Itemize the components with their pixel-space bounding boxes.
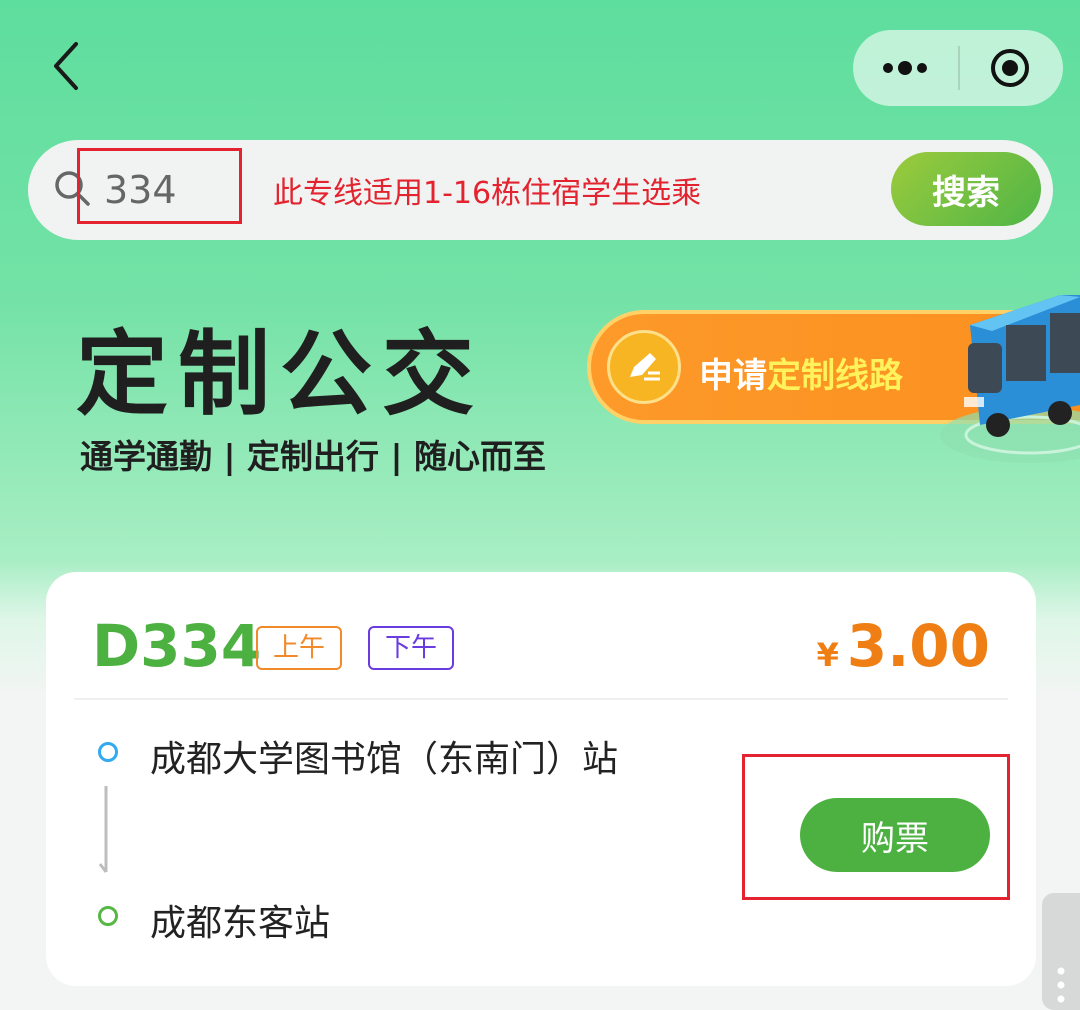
search-button[interactable]: 搜索 [891, 152, 1041, 226]
mini-program-capsule [853, 30, 1063, 106]
price-symbol: ¥ [816, 636, 839, 674]
price-amount: 3.00 [846, 612, 990, 680]
route-arrow-icon [98, 786, 108, 873]
card-divider [74, 698, 1008, 700]
capsule-divider [958, 46, 960, 90]
page-tagline: 通学通勤 | 定制出行 | 随心而至 [80, 437, 547, 476]
search-highlight-box [77, 148, 242, 224]
route-notice: 此专线适用1-16栋住宿学生选乘 [273, 176, 702, 211]
close-mini-program-button[interactable] [989, 47, 1031, 89]
end-stop-dot [98, 906, 118, 926]
drag-dots-icon [1057, 967, 1065, 1003]
route-card[interactable]: D334 上午 下午 ¥3.00 成都大学图书馆（东南门）站 成都东客站 购票 [46, 572, 1036, 986]
tag-morning: 上午 [256, 626, 342, 670]
page-title: 定制公交 [76, 321, 485, 428]
target-icon [991, 49, 1029, 87]
apply-custom-route-label: 申请定制线路 [699, 348, 903, 397]
start-stop-name: 成都大学图书馆（东南门）站 [150, 739, 619, 780]
tag-afternoon: 下午 [368, 626, 454, 670]
search-bar: 此专线适用1-16栋住宿学生选乘 搜索 [28, 140, 1053, 240]
edit-icon [630, 353, 660, 381]
apply-prefix: 申请 [699, 356, 767, 396]
start-stop-dot [98, 742, 118, 762]
back-button[interactable] [40, 36, 100, 96]
ticket-price: ¥3.00 [817, 612, 990, 680]
side-drag-handle[interactable] [1042, 893, 1080, 1010]
route-code: D334 [92, 612, 262, 680]
apply-icon-badge [607, 330, 681, 404]
bus-illustration [940, 295, 1080, 463]
more-button[interactable] [881, 52, 931, 84]
buy-ticket-button[interactable]: 购票 [800, 798, 990, 872]
more-dots-icon [883, 61, 927, 75]
chevron-left-icon [54, 42, 78, 90]
apply-highlight: 定制线路 [767, 356, 903, 396]
end-stop-name: 成都东客站 [150, 903, 331, 944]
